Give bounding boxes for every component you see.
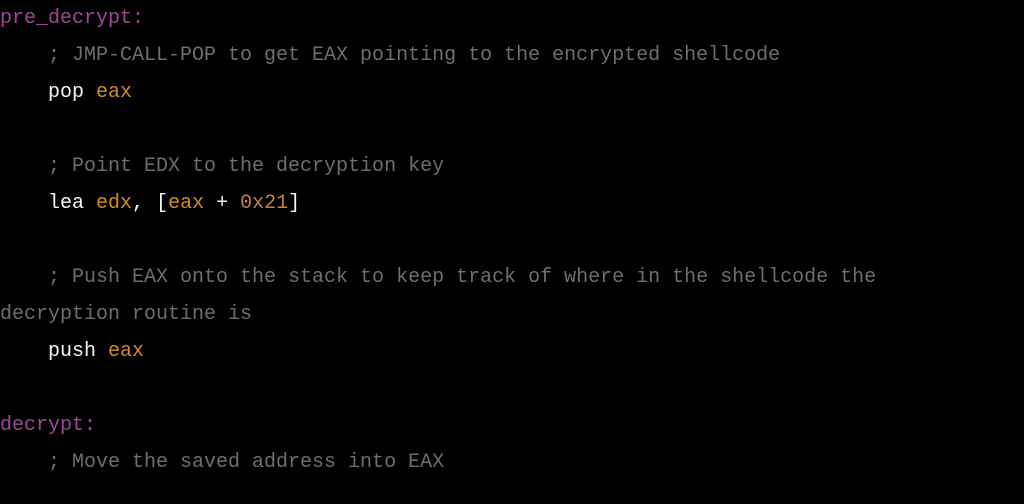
comment-push-eax-a: ; Push EAX onto the stack to keep track … <box>0 266 876 289</box>
comma-bracket: , [ <box>132 192 168 215</box>
comment-push-eax-b: decryption routine is <box>0 303 252 326</box>
register-eax: eax <box>168 192 204 215</box>
indent <box>0 81 48 104</box>
mnemonic-pop: pop <box>48 81 96 104</box>
plus: + <box>204 192 240 215</box>
indent <box>0 192 48 215</box>
asm-code-block: pre_decrypt: ; JMP-CALL-POP to get EAX p… <box>0 0 1024 481</box>
comment-point-edx: ; Point EDX to the decryption key <box>0 155 444 178</box>
mnemonic-lea: lea <box>48 192 96 215</box>
indent <box>0 340 48 363</box>
register-edx: edx <box>96 192 132 215</box>
comment-move-saved: ; Move the saved address into EAX <box>0 451 444 474</box>
mnemonic-push: push <box>48 340 108 363</box>
label-decrypt: decrypt: <box>0 414 96 437</box>
register-eax: eax <box>96 81 132 104</box>
register-eax: eax <box>108 340 144 363</box>
literal-offset: 0x21 <box>240 192 288 215</box>
label-pre-decrypt: pre_decrypt: <box>0 7 144 30</box>
comment-jmpcallpop: ; JMP-CALL-POP to get EAX pointing to th… <box>0 44 780 67</box>
close-bracket: ] <box>288 192 300 215</box>
